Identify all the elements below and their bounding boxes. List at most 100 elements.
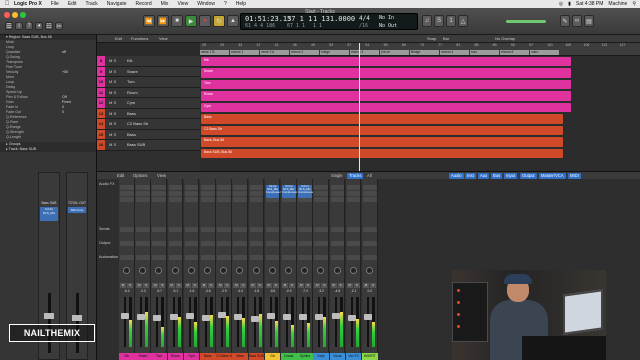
track-name[interactable]: Room	[127, 90, 138, 95]
master-volume-slider[interactable]	[506, 20, 546, 23]
arrangement-marker[interactable]: chorus 3	[350, 50, 379, 55]
pan-knob[interactable]	[333, 267, 341, 274]
audio-region[interactable]: Tom	[201, 79, 571, 89]
insert-slot[interactable]	[233, 191, 247, 196]
volume-fader[interactable]	[266, 313, 275, 319]
send-slot[interactable]	[314, 227, 328, 232]
inspector-output-fader[interactable]	[72, 315, 82, 321]
send-slot[interactable]	[152, 227, 166, 232]
scissors-icon[interactable]: ✂	[55, 22, 63, 30]
automation-mode[interactable]	[120, 255, 134, 260]
spotlight-icon[interactable]: ⚲	[632, 1, 636, 7]
send-slot[interactable]	[282, 227, 296, 232]
volume-fader[interactable]	[347, 314, 356, 321]
menu-navigate[interactable]: Navigate	[107, 1, 127, 7]
mute-button[interactable]: M	[363, 283, 369, 288]
track-name[interactable]: Kik	[127, 58, 133, 63]
arrangement-marker[interactable]: chorus 4	[440, 50, 469, 55]
automation-mode[interactable]	[346, 255, 361, 260]
gain-readout[interactable]: -1.8	[249, 289, 265, 293]
volume-fader[interactable]	[364, 314, 372, 320]
send-slot[interactable]	[363, 227, 377, 232]
insert-slot[interactable]	[152, 185, 166, 190]
audio-region[interactable]: Snare	[201, 68, 571, 78]
automation-mode[interactable]	[217, 255, 231, 260]
channel-name[interactable]: Synths	[297, 353, 313, 360]
output-slot[interactable]	[330, 241, 345, 246]
mute-solo-buttons[interactable]: M S	[109, 79, 123, 84]
count-in-icon[interactable]: 1	[446, 15, 456, 27]
help-icon[interactable]: ?	[25, 22, 33, 30]
insert-slot[interactable]	[168, 191, 183, 196]
insert-slot[interactable]	[201, 185, 215, 190]
gain-readout[interactable]: -6.4	[119, 289, 135, 293]
output-slot[interactable]	[184, 241, 199, 246]
volume-fader-track[interactable]	[172, 297, 175, 347]
volume-fader-track[interactable]	[350, 297, 353, 347]
solo-button[interactable]: S	[370, 283, 376, 288]
insert-slot[interactable]	[314, 185, 328, 190]
pan-knob[interactable]	[123, 267, 130, 274]
play-icon[interactable]: ▶	[185, 15, 197, 27]
gain-readout[interactable]: -4.4	[232, 289, 248, 293]
pan-knob[interactable]	[268, 267, 276, 274]
send-slot[interactable]	[184, 227, 199, 232]
track-header[interactable]: 16 M S Bass SUB	[97, 140, 200, 151]
gain-readout[interactable]: -3.2	[313, 289, 329, 293]
track-name[interactable]: Bass	[127, 111, 136, 116]
volume-fader[interactable]	[250, 315, 259, 322]
insert-slot[interactable]	[217, 197, 231, 202]
volume-fader-track[interactable]	[221, 297, 224, 347]
mute-button[interactable]: M	[314, 283, 321, 288]
send-slot[interactable]	[265, 227, 280, 232]
inspector-icon[interactable]: i	[15, 22, 23, 30]
inspector-strip-fader-track[interactable]	[48, 293, 51, 353]
insert-slot[interactable]	[152, 197, 166, 202]
inspector-parameter-row[interactable]: Q-Length	[0, 135, 96, 140]
insert-slot[interactable]	[346, 197, 361, 202]
channel-name[interactable]: Gtr	[264, 353, 281, 360]
automation-mode[interactable]	[152, 255, 166, 260]
arrangement-marker[interactable]: bridge	[320, 50, 349, 55]
automation-mode[interactable]	[265, 255, 280, 260]
insert-plugin[interactable]: C4 Int NLS_Mix Compressor	[298, 185, 313, 198]
send-slot[interactable]	[249, 227, 264, 232]
volume-fader[interactable]	[234, 314, 243, 320]
pan-knob[interactable]	[204, 267, 211, 274]
pan-knob[interactable]	[220, 267, 228, 274]
mute-button[interactable]: M	[346, 283, 353, 288]
insert-slot[interactable]	[249, 197, 264, 202]
automation-mode[interactable]	[136, 255, 150, 260]
track-header[interactable]: 10 M S Tom	[97, 77, 200, 88]
channel-name[interactable]: Bass	[200, 353, 216, 360]
arrangement-marker[interactable]: chorus 1	[230, 50, 259, 55]
automation-mode[interactable]	[330, 255, 345, 260]
menu-help[interactable]: Help	[236, 1, 246, 7]
pan-knob[interactable]	[285, 267, 292, 274]
volume-fader[interactable]	[137, 314, 146, 320]
solo-button[interactable]: S	[224, 283, 231, 288]
insert-slot[interactable]	[201, 197, 215, 202]
insert-slot[interactable]	[184, 197, 199, 202]
mute-button[interactable]: M	[217, 283, 224, 288]
drag-mode[interactable]: No Overlap	[495, 36, 515, 41]
channel-name[interactable]: Vox FX	[345, 353, 362, 360]
mute-button[interactable]: M	[120, 283, 126, 288]
channel-name[interactable]: Cym	[183, 353, 200, 360]
track-header[interactable]: 13 M S Bass	[97, 108, 200, 119]
channel-name[interactable]: Snare	[135, 353, 151, 360]
tracks-view-menu[interactable]: View	[159, 36, 168, 41]
gain-readout[interactable]: -7.4	[297, 289, 313, 293]
arrangement-marker[interactable]: chorus 5	[500, 50, 529, 55]
insert-plugin[interactable]: C4 Int NLS_Mix Compressor	[265, 185, 281, 198]
volume-fader[interactable]	[185, 312, 194, 319]
mute-solo-buttons[interactable]: M S	[109, 121, 123, 126]
send-slot[interactable]	[298, 227, 312, 232]
pan-knob[interactable]	[301, 267, 309, 274]
stop-icon[interactable]: ■	[171, 15, 183, 27]
track-header[interactable]: 14 M S C2 Bass Str	[97, 119, 200, 130]
send-slot[interactable]	[346, 227, 361, 232]
apple-menu-icon[interactable]: 	[0, 1, 14, 7]
loop-browser-icon[interactable]: ∞	[572, 15, 582, 27]
send-slot[interactable]	[136, 227, 150, 232]
